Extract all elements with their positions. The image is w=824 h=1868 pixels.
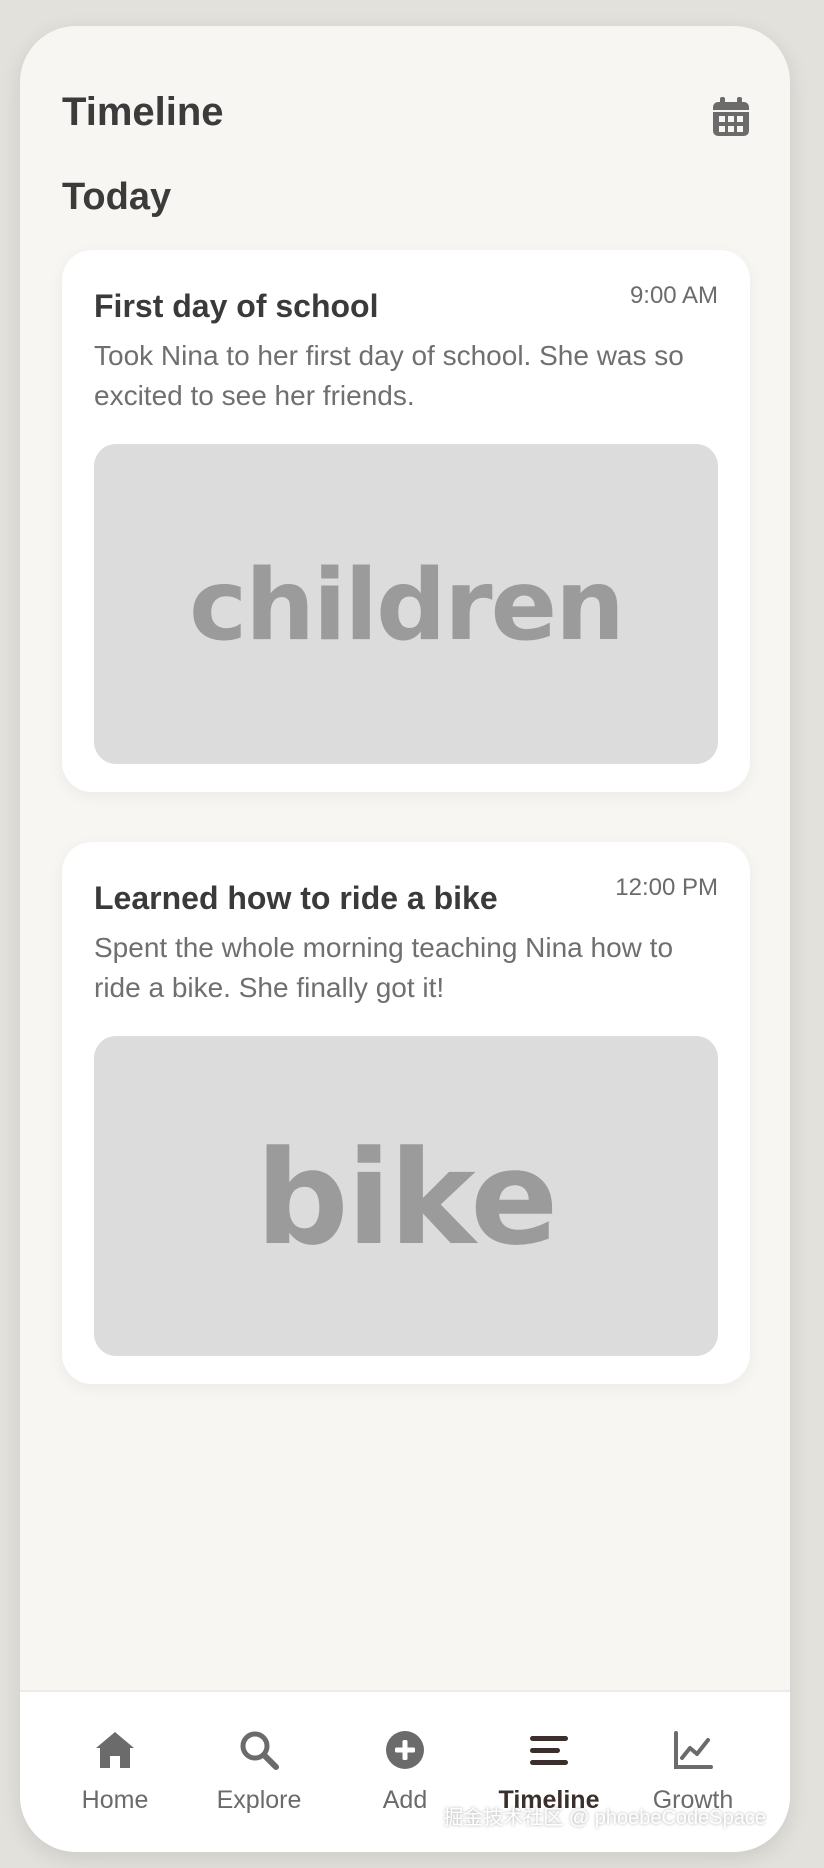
nav-item-explore[interactable]: Explore xyxy=(184,1728,334,1838)
app-header: Timeline xyxy=(62,70,750,150)
nav-item-home[interactable]: Home xyxy=(40,1728,190,1838)
entry-photo[interactable]: bike xyxy=(94,1036,718,1356)
entry-time: 9:00 AM xyxy=(629,282,718,309)
calendar-icon[interactable] xyxy=(712,96,750,138)
photo-placeholder-label: bike xyxy=(255,1122,559,1274)
entry-description: Took Nina to her first day of school. Sh… xyxy=(94,340,684,411)
timeline-entry-card[interactable]: First day of school 9:00 AM Took Nina to… xyxy=(62,250,750,792)
entry-title: First day of school xyxy=(94,288,379,324)
entry-title: Learned how to ride a bike xyxy=(94,880,498,916)
list-icon xyxy=(530,1736,568,1765)
photo-placeholder-label: children xyxy=(189,549,625,663)
chart-icon xyxy=(674,1731,713,1769)
entry-description: Spent the whole morning teaching Nina ho… xyxy=(94,932,674,1003)
page-title: Timeline xyxy=(62,90,224,134)
home-icon xyxy=(96,1732,134,1768)
watermark: 掘金技术社区 @ phoebeCodeSpace xyxy=(443,1807,766,1829)
section-title-today: Today xyxy=(62,176,172,218)
nav-label: Home xyxy=(81,1786,149,1814)
entry-time: 12:00 PM xyxy=(615,874,718,901)
add-circle-icon xyxy=(386,1731,424,1769)
search-icon xyxy=(240,1731,279,1770)
bottom-navigation: Home Explore Add Timeline Growth 掘金技术社区 … xyxy=(20,1690,790,1852)
timeline-entry-card[interactable]: Learned how to ride a bike 12:00 PM Spen… xyxy=(62,842,750,1384)
nav-label: Explore xyxy=(216,1786,302,1814)
phone-screen: Timeline Today First day of school 9:00 … xyxy=(20,26,790,1852)
entry-photo[interactable]: children xyxy=(94,444,718,764)
